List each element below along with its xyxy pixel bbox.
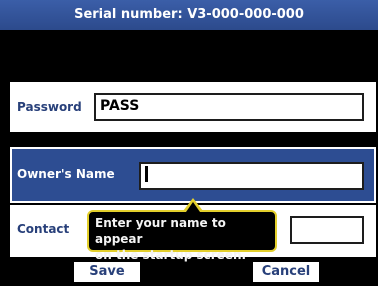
password-field[interactable]: PASS — [94, 93, 364, 121]
save-button[interactable]: Save — [74, 262, 140, 282]
tooltip-arrow-fill — [186, 202, 200, 212]
serial-number-title: Serial number: V3-000-000-000 — [74, 7, 304, 22]
contact-label: Contact — [17, 222, 70, 236]
password-row: Password PASS — [10, 82, 376, 132]
cancel-button[interactable]: Cancel — [253, 262, 319, 282]
tooltip-line-1: Enter your name to appear — [95, 216, 226, 246]
owner-name-field[interactable] — [139, 162, 364, 190]
owner-name-label: Owner's Name — [17, 167, 115, 181]
owner-name-row: Owner's Name — [10, 147, 376, 203]
text-caret — [145, 166, 148, 182]
contact-field[interactable] — [290, 216, 364, 244]
help-tooltip: Enter your name to appear on the startup… — [87, 210, 277, 262]
password-label: Password — [17, 100, 82, 114]
title-bar: Serial number: V3-000-000-000 — [0, 0, 378, 30]
tooltip-line-2: on the startup screen. — [95, 248, 247, 262]
password-value: PASS — [100, 98, 140, 114]
